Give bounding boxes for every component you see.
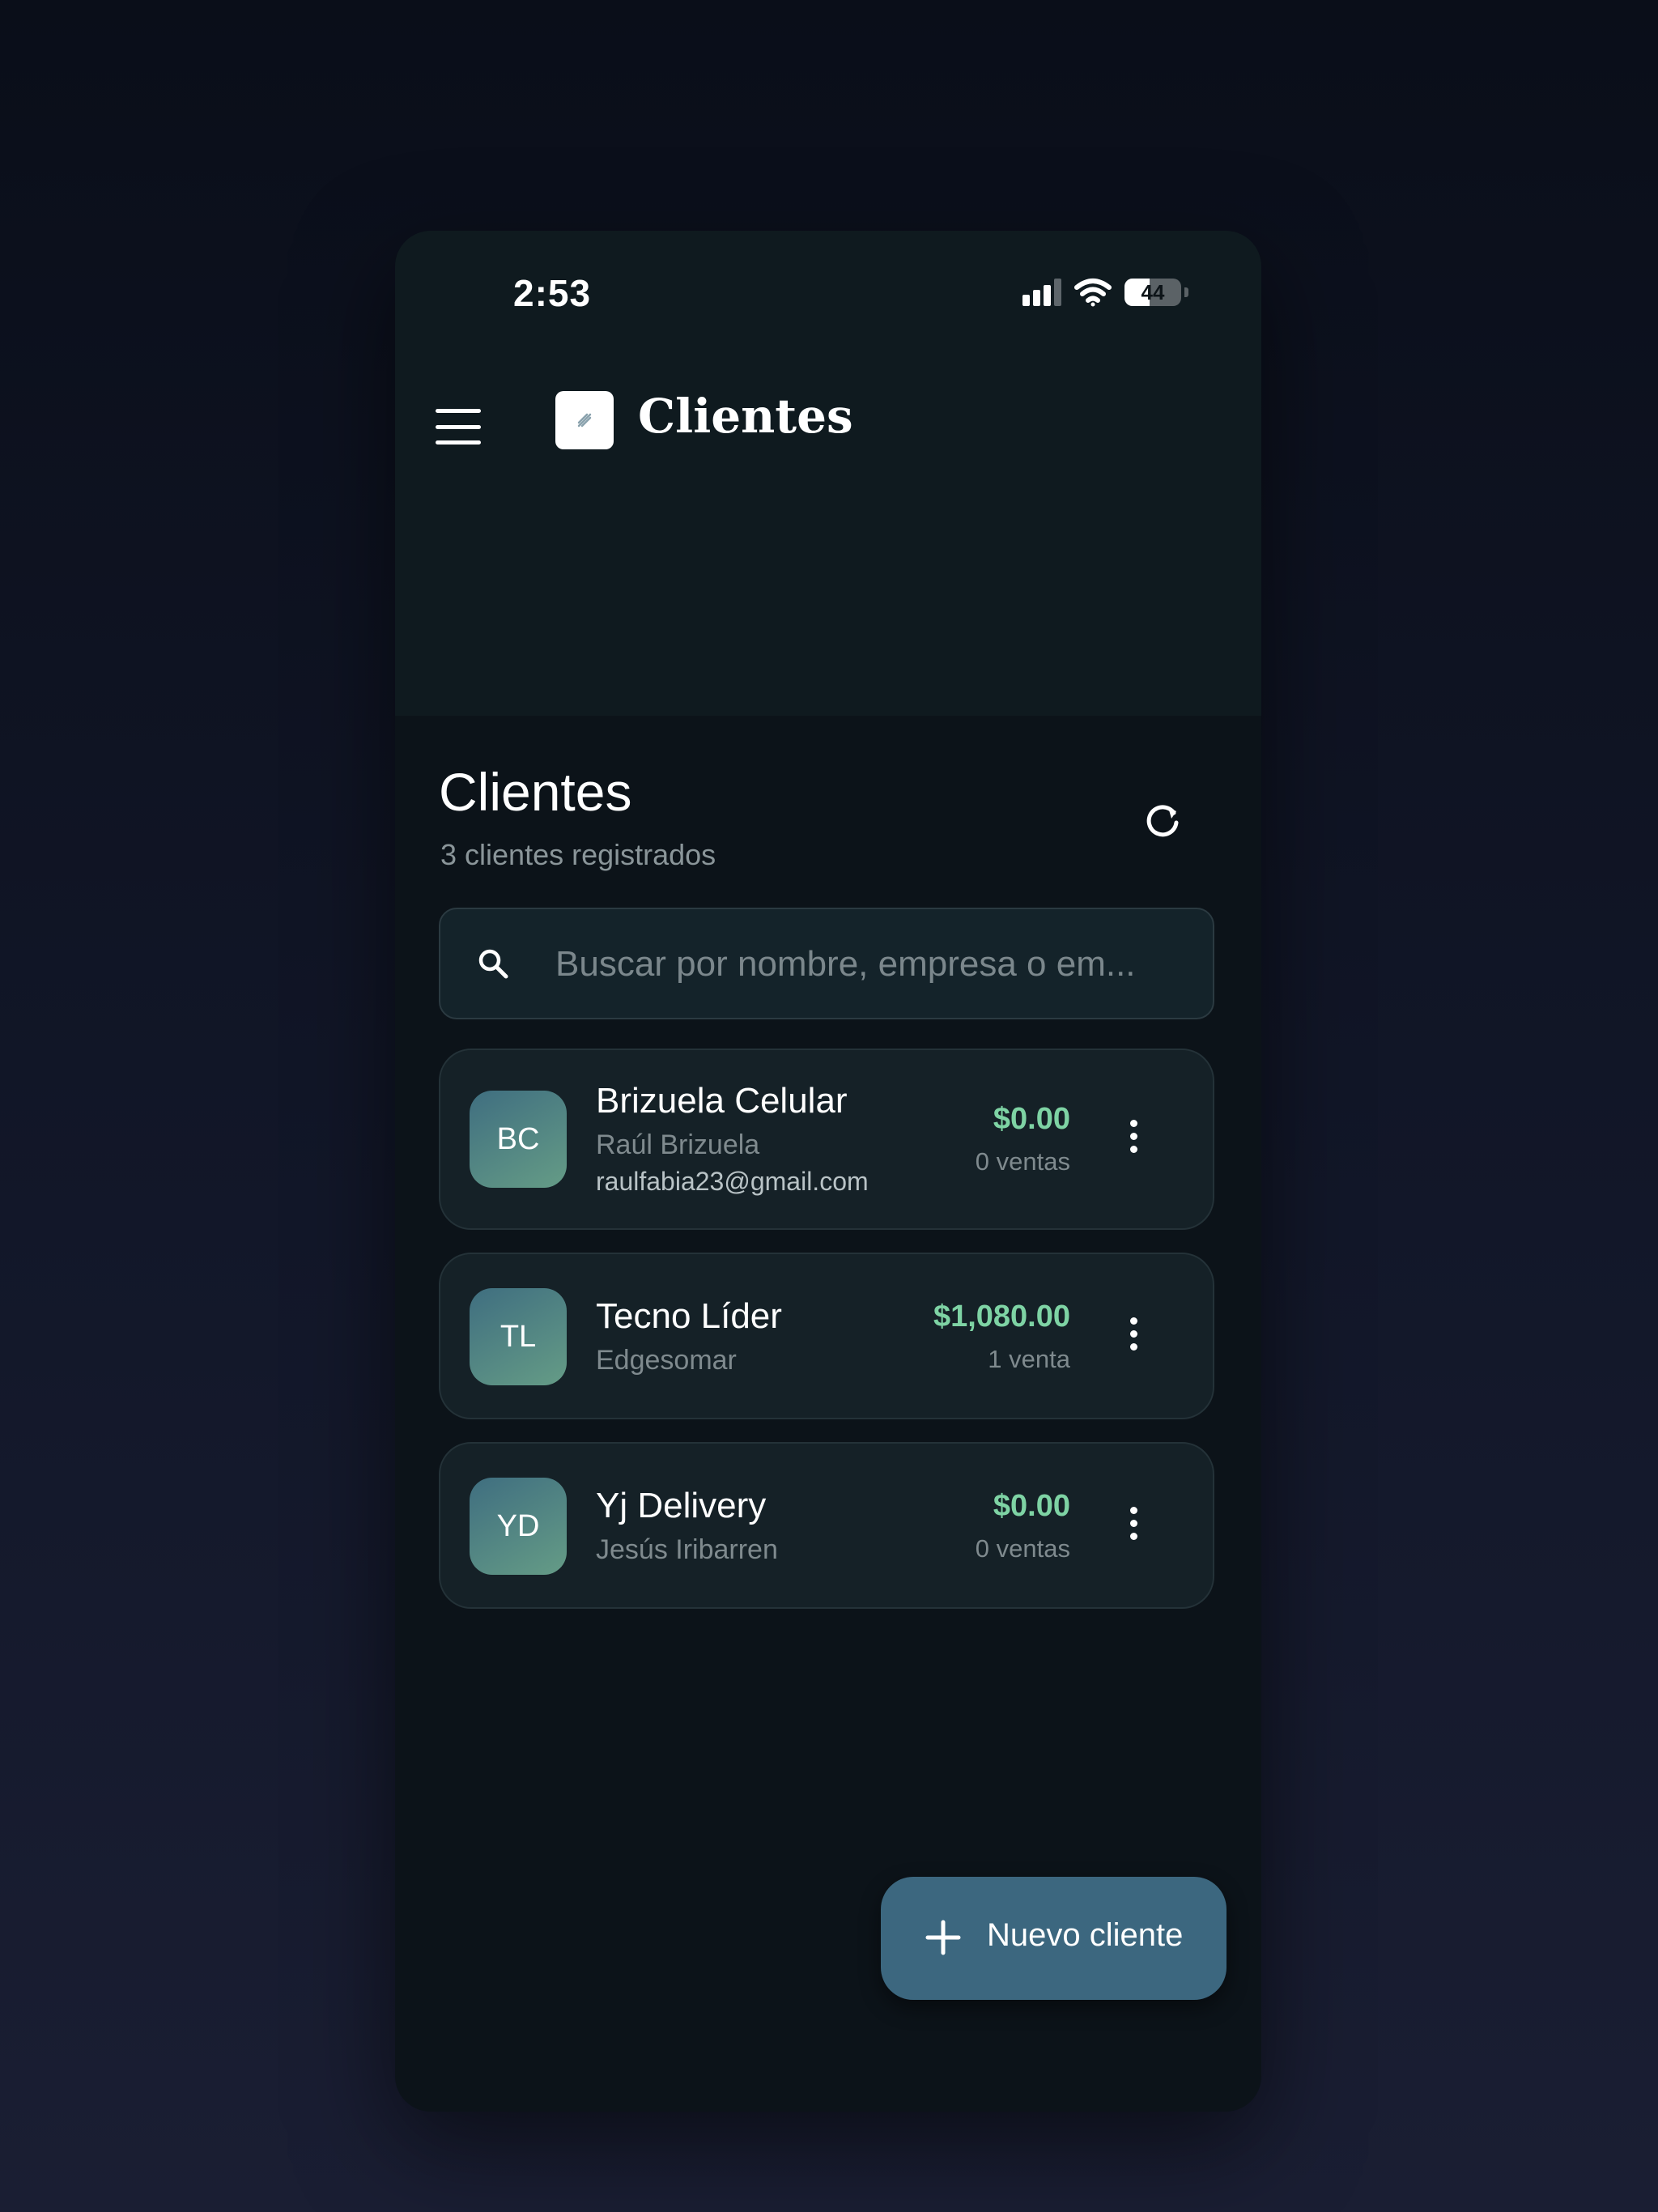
- page-title: Clientes: [439, 762, 632, 822]
- status-bar: 2:53 44: [395, 231, 1261, 352]
- new-client-button[interactable]: Nuevo cliente: [881, 1877, 1226, 2000]
- cellular-signal-icon: [1022, 279, 1061, 306]
- client-card[interactable]: TL Tecno Líder Edgesomar $1,080.00 1 ven…: [439, 1253, 1214, 1419]
- search-field[interactable]: [439, 908, 1214, 1019]
- search-icon: [478, 949, 508, 979]
- status-time: 2:53: [513, 272, 592, 314]
- battery-level: 44: [1141, 279, 1165, 304]
- refresh-icon: [1146, 805, 1179, 837]
- client-total: $0.00: [993, 1489, 1070, 1523]
- app-bar-title: Clientes: [638, 389, 853, 444]
- app-logo-icon: [555, 391, 614, 449]
- battery-icon: 44: [1124, 279, 1181, 306]
- client-avatar: YD: [470, 1478, 567, 1575]
- client-name: Yj Delivery: [596, 1486, 767, 1525]
- phone-frame: 2:53 44 Clientes Clientes 3 clientes reg…: [395, 231, 1261, 2112]
- client-contact: Jesús Iribarren: [596, 1534, 778, 1565]
- client-contact: Raúl Brizuela: [596, 1129, 760, 1160]
- client-sales-count: 0 ventas: [975, 1147, 1070, 1176]
- client-total: $0.00: [993, 1102, 1070, 1136]
- search-input[interactable]: [554, 909, 1197, 1019]
- wifi-icon: [1074, 279, 1112, 307]
- client-sales-count: 1 venta: [988, 1345, 1070, 1373]
- more-options-icon[interactable]: [1129, 1507, 1138, 1540]
- client-card[interactable]: YD Yj Delivery Jesús Iribarren $0.00 0 v…: [439, 1442, 1214, 1609]
- client-name: Brizuela Celular: [596, 1081, 848, 1121]
- more-options-icon[interactable]: [1129, 1317, 1138, 1351]
- client-email: raulfabia23@gmail.com: [596, 1167, 869, 1196]
- hamburger-menu-icon[interactable]: [436, 409, 481, 445]
- refresh-button[interactable]: [1138, 796, 1187, 844]
- client-name: Tecno Líder: [596, 1296, 782, 1336]
- client-avatar: BC: [470, 1091, 567, 1188]
- client-avatar: TL: [470, 1288, 567, 1385]
- plus-icon: [925, 1920, 961, 1955]
- client-total: $1,080.00: [933, 1300, 1070, 1334]
- status-icons: 44: [1022, 278, 1188, 307]
- client-sales-count: 0 ventas: [975, 1534, 1070, 1563]
- more-options-icon[interactable]: [1129, 1120, 1138, 1153]
- page-subtitle: 3 clientes registrados: [440, 838, 716, 871]
- new-client-label: Nuevo cliente: [987, 1917, 1184, 1953]
- battery-cap: [1184, 287, 1188, 297]
- client-card[interactable]: BC Brizuela Celular Raúl Brizuela raulfa…: [439, 1049, 1214, 1230]
- client-contact: Edgesomar: [596, 1345, 737, 1376]
